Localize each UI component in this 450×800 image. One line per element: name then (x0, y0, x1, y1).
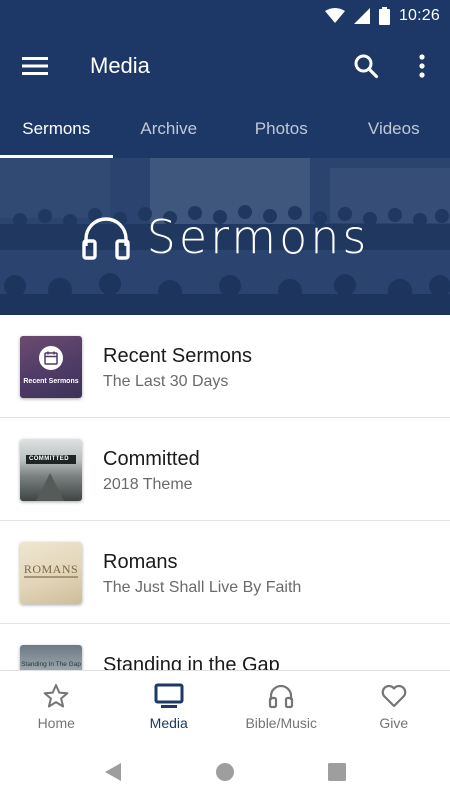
battery-icon (378, 7, 390, 25)
thumbnail-caption: Recent Sermons (23, 378, 79, 385)
app-bar: Media (0, 32, 450, 100)
sermon-series-list: Recent Sermons Recent Sermons The Last 3… (0, 315, 450, 670)
headphones-icon (269, 684, 294, 709)
series-thumbnail: COMMITTED (20, 439, 82, 501)
item-subtitle: 2018 Theme (103, 476, 193, 493)
status-time: 10:26 (398, 7, 440, 24)
thumbnail-caption: COMMITTED (26, 455, 76, 464)
menu-button[interactable] (18, 51, 52, 81)
nav-give[interactable]: Give (338, 671, 450, 744)
thumbnail-subline (24, 576, 78, 578)
nav-label: Media (149, 715, 188, 731)
status-bar: 10:26 (0, 0, 450, 32)
nav-label: Home (37, 715, 75, 731)
item-subtitle: The Last 30 Days (103, 373, 229, 390)
system-navigation-bar (0, 744, 450, 800)
nav-bible-music[interactable]: Bible/Music (225, 671, 338, 744)
heart-icon (381, 684, 407, 708)
list-item-committed[interactable]: COMMITTED Committed 2018 Theme (0, 418, 450, 521)
recents-button[interactable] (324, 759, 350, 785)
wifi-icon (324, 8, 345, 23)
list-item-standing-in-the-gap[interactable]: Standing In The Gap Standing in the Gap (0, 624, 450, 670)
star-icon (43, 684, 69, 708)
series-thumbnail: ROMANS (20, 542, 82, 604)
home-circle-icon (216, 763, 234, 781)
tab-archive[interactable]: Archive (113, 100, 226, 158)
list-item-recent-sermons[interactable]: Recent Sermons Recent Sermons The Last 3… (0, 315, 450, 418)
recents-square-icon (328, 763, 346, 781)
item-title: Committed (103, 448, 200, 470)
tv-icon (154, 683, 184, 708)
thumbnail-caption: Standing In The Gap (21, 661, 81, 668)
nav-home[interactable]: Home (0, 671, 113, 744)
signal-icon (353, 8, 370, 24)
banner-title: Sermons (146, 209, 370, 264)
back-triangle-icon (105, 763, 121, 781)
tab-photos[interactable]: Photos (225, 100, 338, 158)
bottom-navigation: Home Media Bible/Music Give (0, 670, 450, 744)
page-title: Media (90, 53, 150, 78)
back-button[interactable] (100, 759, 126, 785)
nav-media[interactable]: Media (113, 671, 226, 744)
more-vertical-icon (419, 54, 425, 78)
sermons-banner: Sermons (0, 158, 450, 315)
headphones-icon (81, 216, 130, 260)
road-graphic (36, 473, 64, 501)
tab-sermons[interactable]: Sermons (0, 100, 113, 158)
home-system-button[interactable] (212, 759, 238, 785)
nav-label: Give (379, 715, 409, 731)
series-thumbnail: Standing In The Gap (20, 645, 82, 670)
banner-heading: Sermons (0, 158, 450, 315)
hamburger-menu-icon (22, 57, 48, 75)
thumbnail-caption: ROMANS (23, 562, 79, 576)
list-item-romans[interactable]: ROMANS Romans The Just Shall Live By Fai… (0, 521, 450, 624)
nav-label: Bible/Music (245, 715, 318, 731)
status-icons: 10:26 (324, 5, 440, 27)
tab-bar: Sermons Archive Photos Videos (0, 100, 450, 158)
item-title: Recent Sermons (103, 345, 252, 367)
search-icon (354, 54, 379, 79)
search-button[interactable] (350, 50, 382, 82)
series-thumbnail: Recent Sermons (20, 336, 82, 398)
more-options-button[interactable] (410, 50, 434, 82)
item-subtitle: The Just Shall Live By Faith (103, 579, 302, 596)
item-title: Standing in the Gap (103, 654, 280, 670)
calendar-icon (39, 346, 63, 370)
item-title: Romans (103, 551, 178, 573)
tab-videos[interactable]: Videos (338, 100, 450, 158)
